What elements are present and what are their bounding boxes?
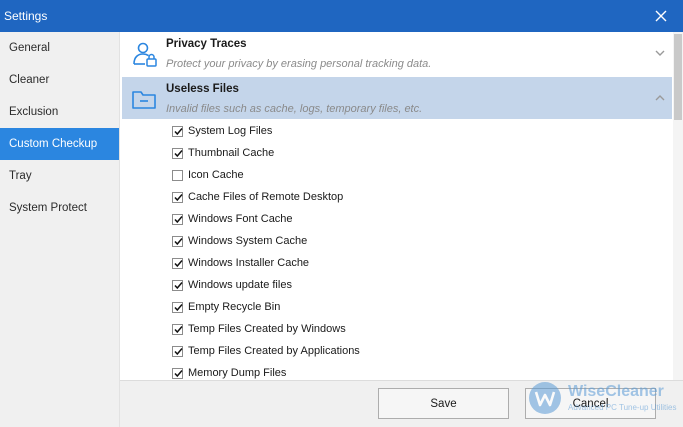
window-title: Settings (4, 9, 48, 23)
list-item[interactable]: Windows System Cache (172, 230, 360, 252)
checkmark-icon (174, 303, 183, 311)
list-item-label: Temp Files Created by Windows (188, 323, 346, 335)
title-bar: Settings (0, 0, 683, 32)
checkmark-icon (174, 259, 183, 267)
list-item-label: Thumbnail Cache (188, 147, 275, 159)
wisecleaner-watermark: WiseCleaner Advanced PC Tune-up Utilitie… (528, 379, 678, 419)
section-title: Privacy Traces (166, 38, 247, 50)
checkmark-icon (174, 149, 183, 157)
chevron-down-icon[interactable] (654, 48, 666, 58)
useless-files-list: System Log Files Thumbnail Cache Icon Cach… (172, 120, 360, 380)
checkbox[interactable] (172, 213, 183, 225)
checkmark-icon (174, 127, 183, 135)
folder-icon (130, 85, 158, 113)
list-item[interactable]: Windows Installer Cache (172, 252, 360, 274)
list-item-label: Icon Cache (188, 169, 244, 181)
list-item[interactable]: Windows Font Cache (172, 208, 360, 230)
checkmark-icon (174, 369, 183, 377)
watermark-name: WiseCleaner (568, 383, 664, 400)
sidebar-item-cleaner[interactable]: Cleaner (0, 64, 119, 96)
list-item-label: Temp Files Created by Applications (188, 345, 360, 357)
content-panel: Privacy Traces Protect your privacy by e… (120, 32, 683, 380)
checkbox[interactable] (172, 235, 183, 247)
checkbox[interactable] (172, 147, 183, 159)
list-item[interactable]: Cache Files of Remote Desktop (172, 186, 360, 208)
user-lock-icon (130, 40, 158, 68)
list-item-label: System Log Files (188, 125, 273, 137)
checkbox[interactable] (172, 191, 183, 203)
list-item[interactable]: Temp Files Created by Applications (172, 340, 360, 362)
checkbox[interactable] (172, 257, 183, 269)
sidebar-item-tray[interactable]: Tray (0, 160, 119, 192)
checkmark-icon (174, 325, 183, 333)
checkbox[interactable] (172, 323, 183, 335)
checkbox[interactable] (172, 279, 183, 291)
list-item[interactable]: Empty Recycle Bin (172, 296, 360, 318)
checkbox[interactable] (172, 125, 183, 137)
list-item-label: Cache Files of Remote Desktop (188, 191, 344, 203)
checkbox[interactable] (172, 301, 183, 313)
list-item-label: Empty Recycle Bin (188, 301, 281, 313)
list-item[interactable]: Thumbnail Cache (172, 142, 360, 164)
list-item-label: Memory Dump Files (188, 367, 287, 379)
list-item[interactable]: System Log Files (172, 120, 360, 142)
sidebar-item-custom-checkup[interactable]: Custom Checkup (0, 128, 119, 160)
sidebar-item-general[interactable]: General (0, 32, 119, 64)
section-privacy-traces[interactable]: Privacy Traces Protect your privacy by e… (122, 32, 672, 76)
checkmark-icon (174, 281, 183, 289)
checkbox[interactable] (172, 367, 183, 379)
checkmark-icon (174, 347, 183, 355)
chevron-up-icon[interactable] (654, 93, 666, 103)
vertical-scrollbar[interactable] (673, 32, 683, 380)
section-description: Invalid files such as cache, logs, tempo… (166, 103, 423, 115)
list-item[interactable]: Icon Cache (172, 164, 360, 186)
watermark-tagline: Advanced PC Tune-up Utilities (568, 403, 677, 412)
checkbox[interactable] (172, 345, 183, 357)
list-item-label: Windows Font Cache (188, 213, 293, 225)
sidebar-item-system-protect[interactable]: System Protect (0, 192, 119, 224)
list-item-label: Windows System Cache (188, 235, 308, 247)
list-item[interactable]: Memory Dump Files (172, 362, 360, 380)
checkbox[interactable] (172, 169, 183, 181)
list-item[interactable]: Windows update files (172, 274, 360, 296)
sidebar-item-exclusion[interactable]: Exclusion (0, 96, 119, 128)
list-item-label: Windows update files (188, 279, 292, 291)
scrollbar-thumb[interactable] (674, 34, 682, 120)
sidebar: General Cleaner Exclusion Custom Checkup… (0, 32, 120, 427)
save-button[interactable]: Save (378, 388, 509, 419)
close-icon[interactable] (653, 8, 669, 24)
wisecleaner-logo-icon (528, 381, 562, 415)
section-useless-files[interactable]: Useless Files Invalid files such as cach… (122, 77, 672, 119)
list-item-label: Windows Installer Cache (188, 257, 310, 269)
checkmark-icon (174, 237, 183, 245)
section-title: Useless Files (166, 83, 239, 95)
checkmark-icon (174, 215, 183, 223)
checkmark-icon (174, 193, 183, 201)
section-description: Protect your privacy by erasing personal… (166, 58, 432, 70)
list-item[interactable]: Temp Files Created by Windows (172, 318, 360, 340)
